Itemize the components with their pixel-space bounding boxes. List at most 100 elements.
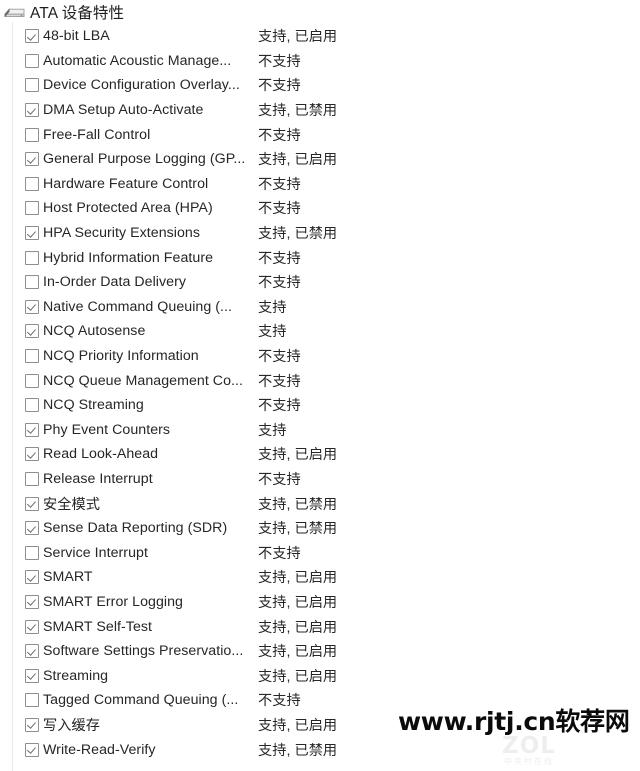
- feature-label: Hardware Feature Control: [43, 175, 209, 192]
- feature-checkbox[interactable]: [25, 53, 39, 68]
- feature-checkbox[interactable]: [25, 742, 39, 757]
- feature-checkbox[interactable]: [25, 717, 39, 732]
- feature-label: Phy Event Counters: [43, 421, 171, 438]
- feature-row[interactable]: Host Protected Area (HPA) 不支持: [0, 196, 640, 221]
- feature-status: 不支持: [258, 201, 301, 218]
- feature-label: Free-Fall Control: [43, 126, 151, 143]
- feature-checkbox[interactable]: [25, 201, 39, 216]
- feature-label: SMART Self-Test: [43, 618, 153, 635]
- feature-checkbox[interactable]: [25, 29, 39, 44]
- feature-row[interactable]: NCQ Streaming 不支持: [0, 393, 640, 418]
- feature-label: Native Command Queuing (...: [43, 298, 233, 315]
- feature-label: Host Protected Area (HPA): [43, 200, 213, 217]
- feature-row[interactable]: Free-Fall Control 不支持: [0, 122, 640, 147]
- feature-checkbox[interactable]: [25, 250, 39, 265]
- feature-row[interactable]: Software Settings Preservatio... 支持, 已启用: [0, 639, 640, 664]
- hard-drive-icon: [4, 5, 26, 19]
- feature-rows-list: 48-bit LBA 支持, 已启用 Automatic Acoustic Mana…: [0, 24, 640, 762]
- feature-label: Software Settings Preservatio...: [43, 643, 244, 660]
- feature-status: 支持, 已启用: [258, 447, 338, 464]
- feature-checkbox[interactable]: [25, 103, 39, 118]
- ata-features-panel: ATA 设备特性 48-bit LBA 支持, 已启用 Automatic Acou…: [0, 0, 640, 771]
- feature-row[interactable]: NCQ Priority Information 不支持: [0, 344, 640, 369]
- feature-status: 支持, 已禁用: [258, 226, 338, 243]
- feature-row[interactable]: Device Configuration Overlay... 不支持: [0, 73, 640, 98]
- feature-row[interactable]: Native Command Queuing (... 支持: [0, 295, 640, 320]
- feature-row[interactable]: 安全模式 支持, 已禁用: [0, 491, 640, 516]
- feature-label: 写入缓存: [43, 717, 100, 734]
- feature-row[interactable]: DMA Setup Auto-Activate 支持, 已禁用: [0, 98, 640, 123]
- feature-row[interactable]: Sense Data Reporting (SDR) 支持, 已禁用: [0, 516, 640, 541]
- feature-status: 支持, 已禁用: [258, 521, 338, 538]
- feature-status: 不支持: [258, 127, 301, 144]
- feature-label: Hybrid Information Feature: [43, 249, 214, 266]
- feature-row[interactable]: Release Interrupt 不支持: [0, 467, 640, 492]
- feature-checkbox[interactable]: [25, 668, 39, 683]
- feature-label: DMA Setup Auto-Activate: [43, 102, 204, 119]
- feature-row[interactable]: Write-Read-Verify 支持, 已禁用: [0, 737, 640, 762]
- feature-label: Write-Read-Verify: [43, 741, 156, 758]
- feature-row[interactable]: SMART 支持, 已启用: [0, 565, 640, 590]
- feature-label: Device Configuration Overlay...: [43, 77, 240, 94]
- feature-row[interactable]: Hybrid Information Feature 不支持: [0, 245, 640, 270]
- feature-status: 支持: [258, 324, 287, 341]
- feature-checkbox[interactable]: [25, 521, 39, 536]
- feature-checkbox[interactable]: [25, 398, 39, 413]
- feature-checkbox[interactable]: [25, 471, 39, 486]
- feature-row[interactable]: HPA Security Extensions 支持, 已禁用: [0, 221, 640, 246]
- feature-row[interactable]: 写入缓存 支持, 已启用: [0, 713, 640, 738]
- feature-status: 不支持: [258, 545, 301, 562]
- feature-row[interactable]: 48-bit LBA 支持, 已启用: [0, 24, 640, 49]
- feature-checkbox[interactable]: [25, 496, 39, 511]
- feature-row[interactable]: NCQ Queue Management Co... 不支持: [0, 368, 640, 393]
- group-title: ATA 设备特性: [30, 5, 125, 22]
- feature-row[interactable]: General Purpose Logging (GP... 支持, 已启用: [0, 147, 640, 172]
- feature-row[interactable]: Tagged Command Queuing (... 不支持: [0, 688, 640, 713]
- feature-row[interactable]: In-Order Data Delivery 不支持: [0, 270, 640, 295]
- feature-row[interactable]: Automatic Acoustic Manage... 不支持: [0, 49, 640, 74]
- feature-label: Tagged Command Queuing (...: [43, 692, 239, 709]
- feature-checkbox[interactable]: [25, 299, 39, 314]
- feature-status: 支持, 已启用: [258, 668, 338, 685]
- feature-label: NCQ Priority Information: [43, 348, 199, 365]
- feature-checkbox[interactable]: [25, 570, 39, 585]
- feature-checkbox[interactable]: [25, 349, 39, 364]
- feature-checkbox[interactable]: [25, 693, 39, 708]
- feature-status: 支持, 已启用: [258, 29, 338, 46]
- feature-checkbox[interactable]: [25, 275, 39, 290]
- feature-row[interactable]: Hardware Feature Control 不支持: [0, 172, 640, 197]
- feature-row[interactable]: Service Interrupt 不支持: [0, 540, 640, 565]
- feature-status: 不支持: [258, 349, 301, 366]
- feature-status: 不支持: [258, 78, 301, 95]
- feature-checkbox[interactable]: [25, 619, 39, 634]
- feature-status: 不支持: [258, 373, 301, 390]
- feature-checkbox[interactable]: [25, 324, 39, 339]
- feature-label: Service Interrupt: [43, 544, 148, 561]
- group-header-ata-device-features[interactable]: ATA 设备特性: [0, 0, 124, 24]
- feature-row[interactable]: Phy Event Counters 支持: [0, 418, 640, 443]
- feature-row[interactable]: SMART Self-Test 支持, 已启用: [0, 614, 640, 639]
- feature-label: 48-bit LBA: [43, 28, 110, 45]
- feature-status: 不支持: [258, 53, 301, 70]
- feature-row[interactable]: Read Look-Ahead 支持, 已启用: [0, 442, 640, 467]
- feature-checkbox[interactable]: [25, 78, 39, 93]
- feature-checkbox[interactable]: [25, 176, 39, 191]
- feature-checkbox[interactable]: [25, 422, 39, 437]
- feature-label: NCQ Autosense: [43, 323, 146, 340]
- feature-row[interactable]: SMART Error Logging 支持, 已启用: [0, 590, 640, 615]
- feature-checkbox[interactable]: [25, 644, 39, 659]
- feature-checkbox[interactable]: [25, 447, 39, 462]
- feature-checkbox[interactable]: [25, 594, 39, 609]
- feature-checkbox[interactable]: [25, 373, 39, 388]
- feature-row[interactable]: Streaming 支持, 已启用: [0, 663, 640, 688]
- feature-label: NCQ Streaming: [43, 397, 144, 414]
- feature-label: SMART: [43, 569, 93, 586]
- feature-checkbox[interactable]: [25, 226, 39, 241]
- feature-label: In-Order Data Delivery: [43, 274, 187, 291]
- feature-checkbox[interactable]: [25, 152, 39, 167]
- feature-checkbox[interactable]: [25, 545, 39, 560]
- feature-label: SMART Error Logging: [43, 593, 183, 610]
- feature-row[interactable]: NCQ Autosense 支持: [0, 319, 640, 344]
- feature-status: 支持, 已启用: [258, 594, 338, 611]
- feature-checkbox[interactable]: [25, 127, 39, 142]
